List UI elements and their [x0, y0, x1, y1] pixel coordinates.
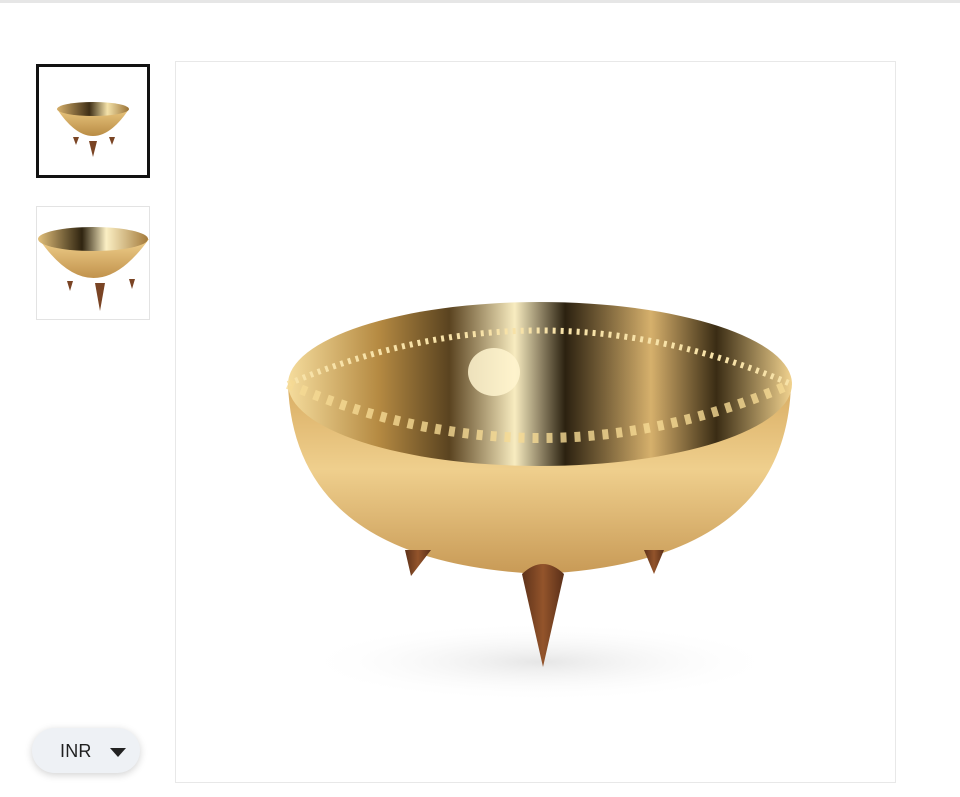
currency-value: INR: [60, 741, 92, 761]
brass-bowl-illustration: [286, 302, 793, 702]
bowl-closeup-thumbnail-image: [38, 227, 149, 311]
caret-down-icon: [110, 748, 126, 757]
header-divider: [0, 0, 960, 3]
product-thumbnail-2[interactable]: [36, 206, 150, 320]
main-product-image[interactable]: [175, 61, 896, 783]
product-thumbnail-1[interactable]: [36, 64, 150, 178]
bowl-thumbnail-image: [57, 102, 129, 157]
currency-selector[interactable]: INR: [32, 728, 140, 773]
